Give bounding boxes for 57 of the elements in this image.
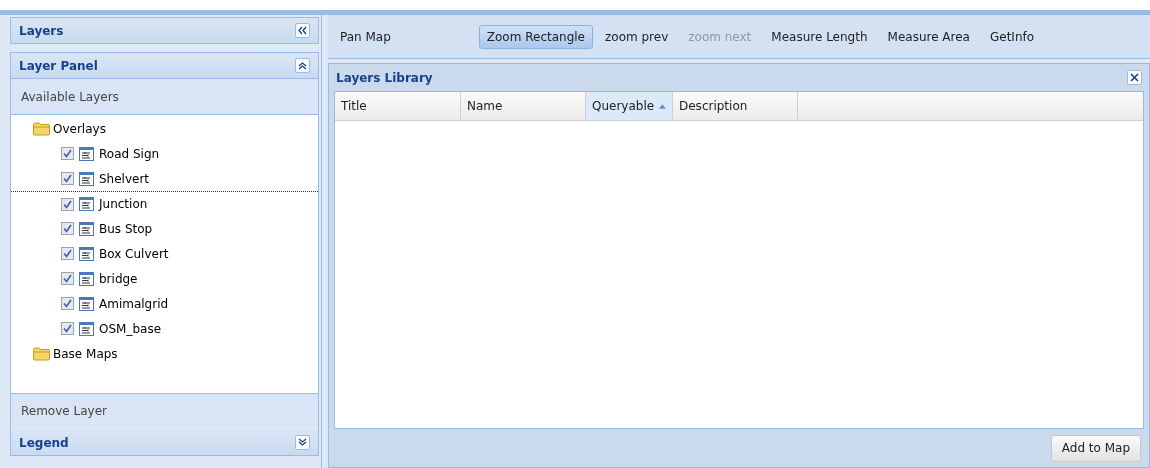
toolbar-button[interactable]: Measure Length (763, 24, 876, 49)
tree-layer[interactable]: Box Culvert (99, 244, 169, 263)
tree-layer[interactable]: Amimalgrid (99, 294, 169, 313)
toolbar-button[interactable]: Zoom Rectangle (478, 24, 593, 49)
layer-icon (79, 296, 94, 311)
check-icon (63, 324, 72, 333)
checkbox[interactable] (61, 147, 74, 160)
toolbar-button[interactable]: Pan Map (332, 24, 399, 49)
layer-icon (79, 321, 94, 336)
panel-title: Layers (19, 22, 64, 40)
checkbox[interactable] (61, 297, 74, 310)
section-title[interactable]: Remove Layer (21, 401, 107, 420)
tree-layer[interactable]: bridge (99, 269, 138, 288)
checkbox[interactable] (61, 322, 74, 335)
layer-icon (79, 221, 94, 236)
toolbar-button[interactable]: zoom prev (597, 24, 677, 49)
tree-layer[interactable]: Road Sign (99, 144, 160, 163)
tree-layer[interactable]: Shelvert (99, 169, 150, 188)
check-icon (63, 199, 72, 209)
tree-layer[interactable]: Bus Stop (99, 219, 153, 238)
toolbar-button[interactable]: Measure Area (879, 24, 978, 49)
check-icon (63, 274, 72, 283)
toolbar-button[interactable]: GetInfo (982, 24, 1043, 49)
layer-icon (79, 246, 94, 261)
column-header[interactable]: Title (335, 92, 461, 120)
add-to-map-button[interactable]: Add to Map (1050, 434, 1141, 462)
check-icon (63, 249, 72, 258)
collapse-icon[interactable] (295, 58, 310, 73)
check-icon (63, 224, 72, 233)
layer-icon (79, 197, 94, 211)
collapse-icon[interactable] (295, 23, 310, 38)
sort-ascending-icon (659, 103, 666, 109)
layer-icon (79, 171, 94, 186)
layer-icon (79, 146, 94, 161)
tree-folder[interactable]: Base Maps (53, 344, 118, 363)
folder-icon (33, 121, 50, 136)
tree-layer[interactable]: OSM_base (99, 319, 162, 338)
expand-icon[interactable] (295, 435, 310, 450)
tree-layer[interactable]: Junction (99, 195, 148, 213)
tree-folder[interactable]: Overlays (53, 119, 106, 138)
panel-title: Legend (19, 434, 69, 452)
checkbox[interactable] (61, 172, 74, 185)
checkbox[interactable] (61, 272, 74, 285)
panel-title: Layer Panel (19, 57, 98, 75)
close-button[interactable] (1127, 70, 1142, 85)
check-icon (63, 149, 72, 158)
window-title: Layers Library (336, 69, 433, 87)
check-icon (63, 174, 72, 183)
check-icon (63, 299, 72, 308)
checkbox[interactable] (61, 197, 74, 211)
checkbox[interactable] (61, 222, 74, 235)
folder-icon (33, 346, 50, 361)
checkbox[interactable] (61, 247, 74, 260)
layer-icon (79, 271, 94, 286)
column-header[interactable]: Queryable (586, 92, 673, 120)
section-title[interactable]: Available Layers (21, 87, 119, 106)
column-header[interactable]: Description (673, 92, 798, 120)
